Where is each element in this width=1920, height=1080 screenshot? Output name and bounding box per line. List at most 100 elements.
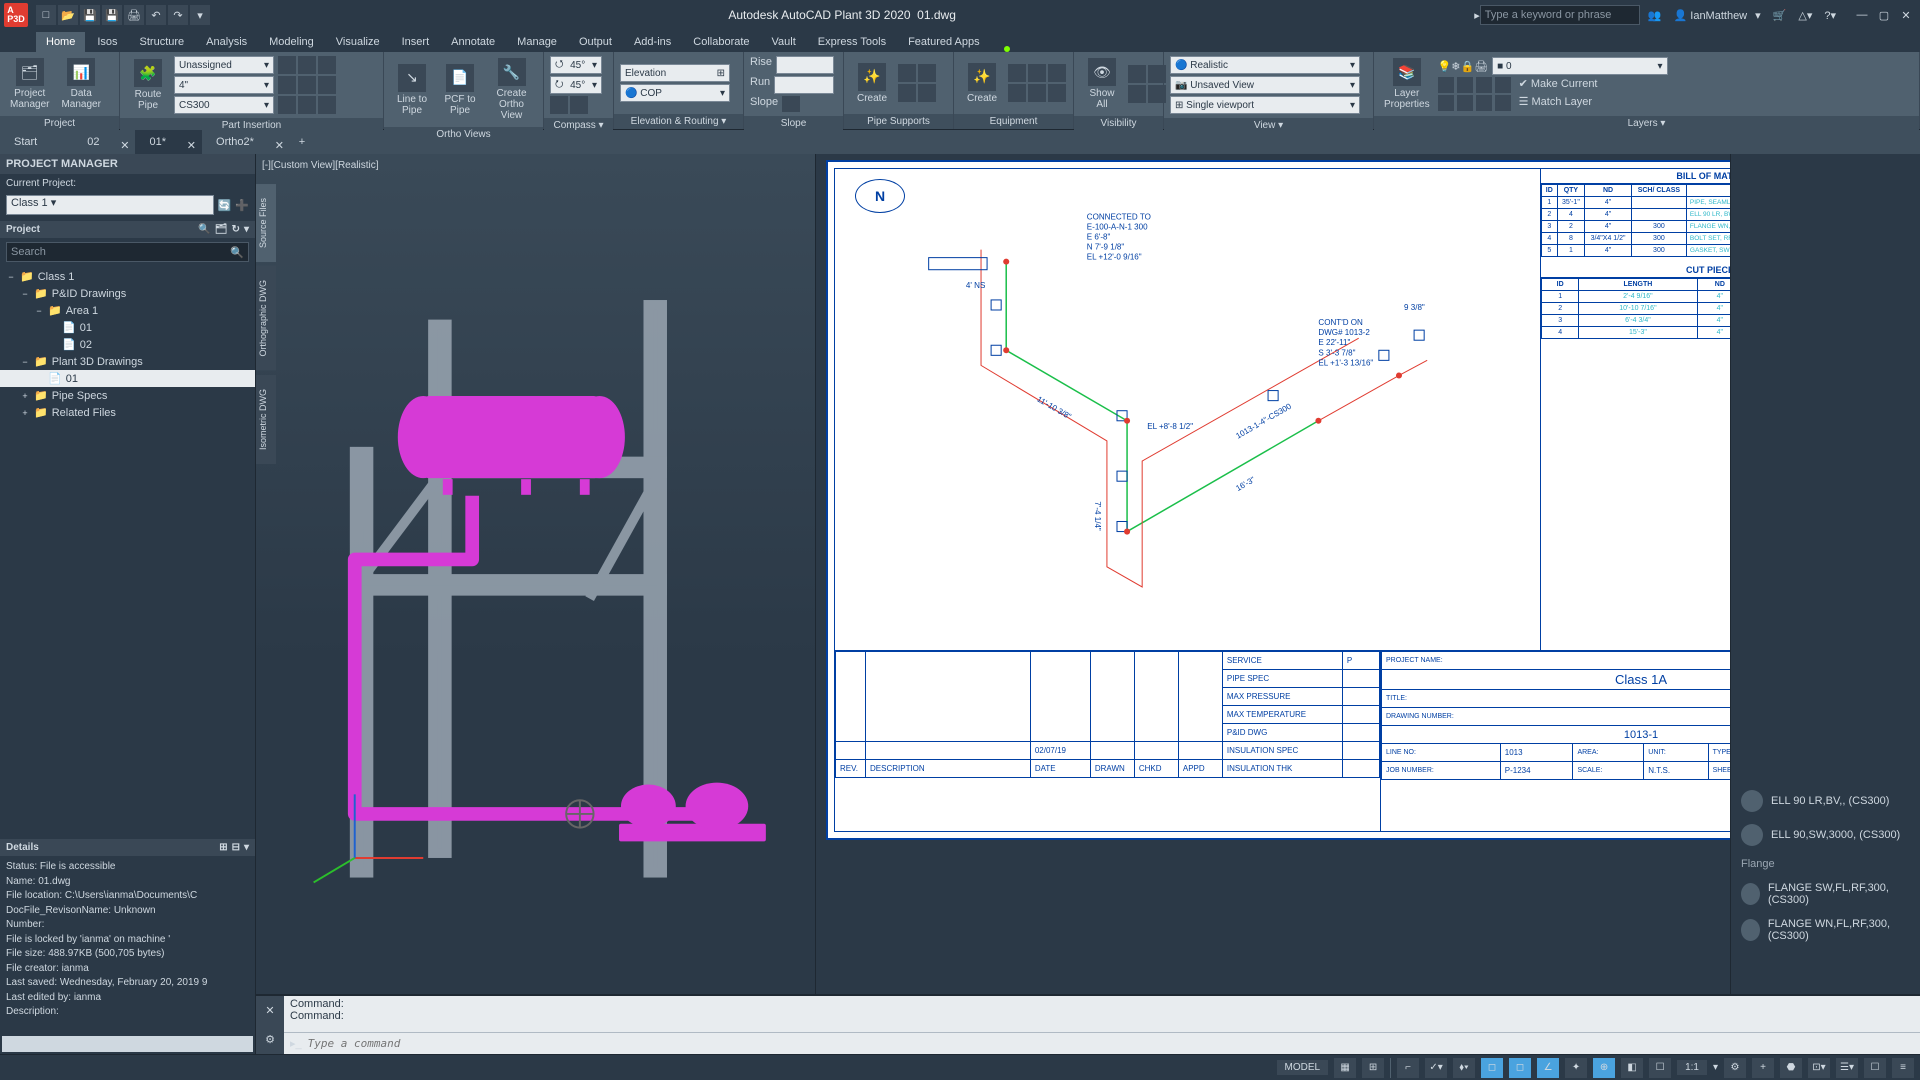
panel-title-compass[interactable]: Compass ▾ xyxy=(544,118,613,133)
pm-project-combo[interactable]: Class 1 ▾ xyxy=(6,195,214,215)
sb-lwt[interactable]: ⊕ xyxy=(1593,1058,1615,1078)
layer-state-icons[interactable]: 💡❄🔒🖨 xyxy=(1438,60,1489,73)
ribbon-tab-visualize[interactable]: Visualize xyxy=(326,32,390,52)
sb-osnap[interactable]: ◻ xyxy=(1481,1058,1503,1078)
ribbon-tab-collaborate[interactable]: Collaborate xyxy=(683,32,759,52)
sb-iso2[interactable]: ⬣ xyxy=(1780,1058,1802,1078)
viewport-3d[interactable]: [-][Custom View][Realistic] Source Files… xyxy=(256,154,816,994)
sb-trans[interactable]: ◧ xyxy=(1621,1058,1643,1078)
eq-1[interactable] xyxy=(1008,64,1026,82)
spec-combo[interactable]: Unassigned▾ xyxy=(174,56,274,74)
layer-combo[interactable]: ■ 0▾ xyxy=(1492,57,1667,75)
sb-ann[interactable]: ☰▾ xyxy=(1836,1058,1858,1078)
ps-4[interactable] xyxy=(918,84,936,102)
pm-tool-3[interactable]: ↻ xyxy=(232,224,240,235)
signin-icon[interactable]: 👥 xyxy=(1648,9,1662,22)
panel-title-project[interactable]: Project xyxy=(0,116,119,131)
sb-nav[interactable]: ⊡▾ xyxy=(1808,1058,1830,1078)
lay-t4[interactable] xyxy=(1495,77,1511,93)
pi-tool-2[interactable] xyxy=(298,56,316,74)
help-icon[interactable]: ?▾ xyxy=(1824,9,1836,22)
sb-ortho[interactable]: ⌐ xyxy=(1397,1058,1419,1078)
eq-4[interactable] xyxy=(1008,84,1026,102)
palette-item[interactable]: ELL 90 LR,BV,, (CS300) xyxy=(1731,784,1920,818)
project-manager-button[interactable]: 🗂Project Manager xyxy=(6,56,53,112)
class-combo[interactable]: CS300▾ xyxy=(174,96,274,114)
qat-redo[interactable]: ↷ xyxy=(168,5,188,25)
a360-icon[interactable]: △▾ xyxy=(1798,9,1812,22)
eq-6[interactable] xyxy=(1048,84,1066,102)
det-t1[interactable]: ⊞ xyxy=(219,842,227,853)
ribbon-tab-featured-apps[interactable]: Featured Apps xyxy=(898,32,990,52)
qat-undo[interactable]: ↶ xyxy=(146,5,166,25)
ribbon-tab-add-ins[interactable]: Add-ins xyxy=(624,32,681,52)
slope-btn[interactable] xyxy=(782,96,800,112)
qat-new[interactable]: □ xyxy=(36,5,56,25)
compass-deg2[interactable]: ⭮45°▾ xyxy=(550,76,602,94)
panel-title-vis[interactable]: Visibility xyxy=(1074,116,1163,131)
ps-3[interactable] xyxy=(898,84,916,102)
tree-item[interactable]: −📁Class 1 xyxy=(0,268,255,285)
sb-snap[interactable]: ⊞ xyxy=(1362,1058,1384,1078)
maximize-button[interactable]: ▢ xyxy=(1874,5,1894,25)
doc-tab[interactable]: 02✕ xyxy=(73,130,135,154)
create-equip-button[interactable]: ✨Create xyxy=(960,61,1004,106)
lay-t2[interactable] xyxy=(1457,77,1473,93)
panel-title-elev[interactable]: Elevation & Routing ▾ xyxy=(614,114,743,129)
eq-2[interactable] xyxy=(1028,64,1046,82)
pi-tool-6[interactable] xyxy=(318,76,336,94)
tree-item[interactable]: −📁Plant 3D Drawings xyxy=(0,353,255,370)
user-menu[interactable]: 👤 IanMatthew xyxy=(1674,9,1748,22)
layer-properties-button[interactable]: 📚Layer Properties xyxy=(1380,56,1434,112)
sb-iso[interactable]: ⬧▾ xyxy=(1453,1058,1475,1078)
qat-more[interactable]: ▾ xyxy=(190,5,210,25)
pcf-to-pipe-button[interactable]: 📄PCF to Pipe xyxy=(438,62,482,118)
app-icon[interactable]: AP3D xyxy=(4,3,28,27)
pi-tool-7[interactable] xyxy=(278,96,296,114)
cart-icon[interactable]: 🛒 xyxy=(1773,9,1787,22)
model-space-badge[interactable]: MODEL xyxy=(1277,1060,1329,1075)
tree-item[interactable]: −📁P&ID Drawings xyxy=(0,285,255,302)
tree-item[interactable]: +📁Pipe Specs xyxy=(0,387,255,404)
sb-3dosnap[interactable]: ◻ xyxy=(1509,1058,1531,1078)
lay-t3[interactable] xyxy=(1476,77,1492,93)
palette-item[interactable]: FLANGE SW,FL,RF,300, (CS300) xyxy=(1731,876,1920,912)
compass-btn-1[interactable] xyxy=(550,96,568,114)
ribbon-tab-express-tools[interactable]: Express Tools xyxy=(808,32,896,52)
make-current-button[interactable]: ✔ Make Current xyxy=(1519,77,1598,93)
eq-3[interactable] xyxy=(1048,64,1066,82)
vis-3[interactable] xyxy=(1128,85,1146,103)
route-pipe-button[interactable]: 🧩Route Pipe xyxy=(126,57,170,113)
ribbon-tab-isos[interactable]: Isos xyxy=(87,32,127,52)
panel-title-slope[interactable]: Slope xyxy=(744,116,843,131)
pi-tool-9[interactable] xyxy=(318,96,336,114)
ribbon-tab-analysis[interactable]: Analysis xyxy=(196,32,257,52)
sb-custom[interactable]: ≡ xyxy=(1892,1058,1914,1078)
doc-tab[interactable]: Ortho2*✕ xyxy=(202,130,290,154)
pm-h-scrollbar[interactable]: ◀▶ xyxy=(2,1036,253,1052)
minimize-button[interactable]: — xyxy=(1852,5,1872,25)
lay-t6[interactable] xyxy=(1457,95,1473,111)
ribbon-tab-manage[interactable]: Manage xyxy=(507,32,567,52)
ribbon-tab-home[interactable]: Home xyxy=(36,32,85,52)
scale-badge[interactable]: 1:1 xyxy=(1677,1060,1707,1075)
tree-item[interactable]: −📁Area 1 xyxy=(0,302,255,319)
compass-btn-2[interactable] xyxy=(570,96,588,114)
viewport-label[interactable]: [-][Custom View][Realistic] xyxy=(262,160,379,171)
side-tab[interactable]: Source Files xyxy=(256,184,276,262)
qat-open[interactable]: 📂 xyxy=(58,5,78,25)
panel-title-ortho[interactable]: Ortho Views xyxy=(384,127,543,142)
pm-search-input[interactable]: Search🔍 xyxy=(6,242,249,262)
pi-tool-8[interactable] xyxy=(298,96,316,114)
sb-polar[interactable]: ✓▾ xyxy=(1425,1058,1447,1078)
doc-tab[interactable]: 01*✕ xyxy=(135,130,202,154)
viewport-combo[interactable]: ⊞ Single viewport▾ xyxy=(1170,96,1360,114)
qat-plot[interactable]: 🖨 xyxy=(124,5,144,25)
pi-tool-3[interactable] xyxy=(318,56,336,74)
cmd-handle-icon[interactable]: ⚙ xyxy=(265,1033,275,1046)
sb-dyn[interactable]: ✦ xyxy=(1565,1058,1587,1078)
panel-title-layers[interactable]: Layers ▾ xyxy=(1374,116,1919,131)
ribbon-tab-structure[interactable]: Structure xyxy=(130,32,195,52)
side-tab[interactable]: Isometric DWG xyxy=(256,375,276,464)
pi-tool-4[interactable] xyxy=(278,76,296,94)
